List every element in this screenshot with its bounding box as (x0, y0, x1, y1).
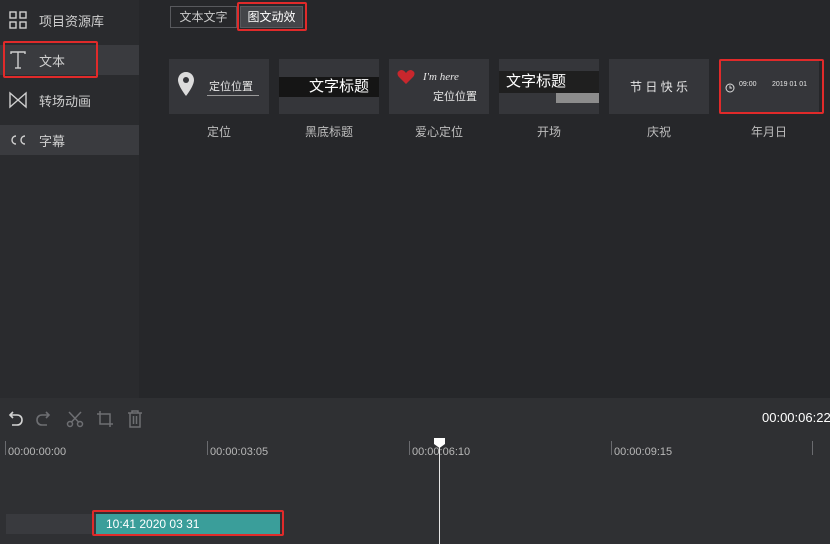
tile-label: 年月日 (750, 125, 787, 139)
trash-icon[interactable] (125, 409, 145, 429)
tile-label: 爱心定位 (414, 125, 463, 139)
template-tile-date[interactable]: 09:00 2019 01 01 (719, 59, 819, 114)
tile-label: 黑底标题 (304, 125, 353, 139)
sidebar-item-text[interactable]: 文本 (0, 45, 139, 75)
cc-subtitle-icon (8, 130, 28, 150)
template-tile-opening[interactable]: 文字标题 (499, 59, 599, 114)
underline (207, 95, 259, 96)
text-t-icon (8, 50, 28, 70)
ruler-label: 00:00:03:05 (210, 446, 269, 458)
sidebar-item-label: 字幕 (39, 133, 66, 149)
ruler-tick (207, 441, 208, 455)
playhead-line[interactable] (439, 440, 440, 544)
tab-text-words[interactable]: 文本文字 (170, 6, 237, 28)
tile-label: 定位 (206, 125, 231, 139)
current-timecode: 00:00:06:22 (762, 410, 830, 425)
tile-label: 庆祝 (646, 125, 671, 139)
template-tile-heart-locate[interactable]: I'm here 定位位置 (389, 59, 489, 114)
template-tile-locate[interactable]: 定位位置 (169, 59, 269, 114)
timeline-text-clip[interactable]: 10:41 2020 03 31 (96, 514, 280, 534)
tab-graphic-motion[interactable]: 图文动效 (240, 6, 303, 28)
template-tile-black-title[interactable]: 文字标题 (279, 59, 379, 114)
crop-icon[interactable] (95, 409, 115, 429)
ruler-label: 00:00:09:15 (614, 446, 673, 458)
sidebar-item-subtitle[interactable]: 字幕 (0, 125, 139, 155)
ruler-tick (611, 441, 612, 455)
sidebar-item-label: 转场动画 (39, 93, 92, 109)
sidebar-item-transition[interactable]: 转场动画 (0, 85, 139, 115)
sidebar-item-label: 项目资源库 (39, 13, 105, 29)
track-empty-segment (6, 514, 96, 534)
location-pin-icon (177, 71, 195, 102)
sidebar-item-project-library[interactable]: 项目资源库 (0, 5, 139, 35)
ruler-tick (409, 441, 410, 455)
heart-icon (397, 69, 415, 90)
bowtie-transition-icon (8, 90, 28, 110)
ruler-tick (812, 441, 813, 455)
scissors-icon[interactable] (65, 409, 85, 429)
sidebar-item-label: 文本 (39, 53, 66, 69)
clock-icon (725, 80, 735, 98)
grid-icon (8, 10, 28, 30)
tile-label: 开场 (536, 125, 561, 139)
template-tile-celebrate[interactable]: 节 日 快 乐 (609, 59, 709, 114)
ruler-label: 00:00:06:10 (412, 446, 471, 458)
opening-grey-bar (556, 93, 599, 103)
ruler-label: 00:00:00:00 (8, 446, 67, 458)
ruler-tick (5, 441, 6, 455)
undo-icon[interactable] (5, 409, 25, 429)
redo-icon[interactable] (34, 409, 54, 429)
